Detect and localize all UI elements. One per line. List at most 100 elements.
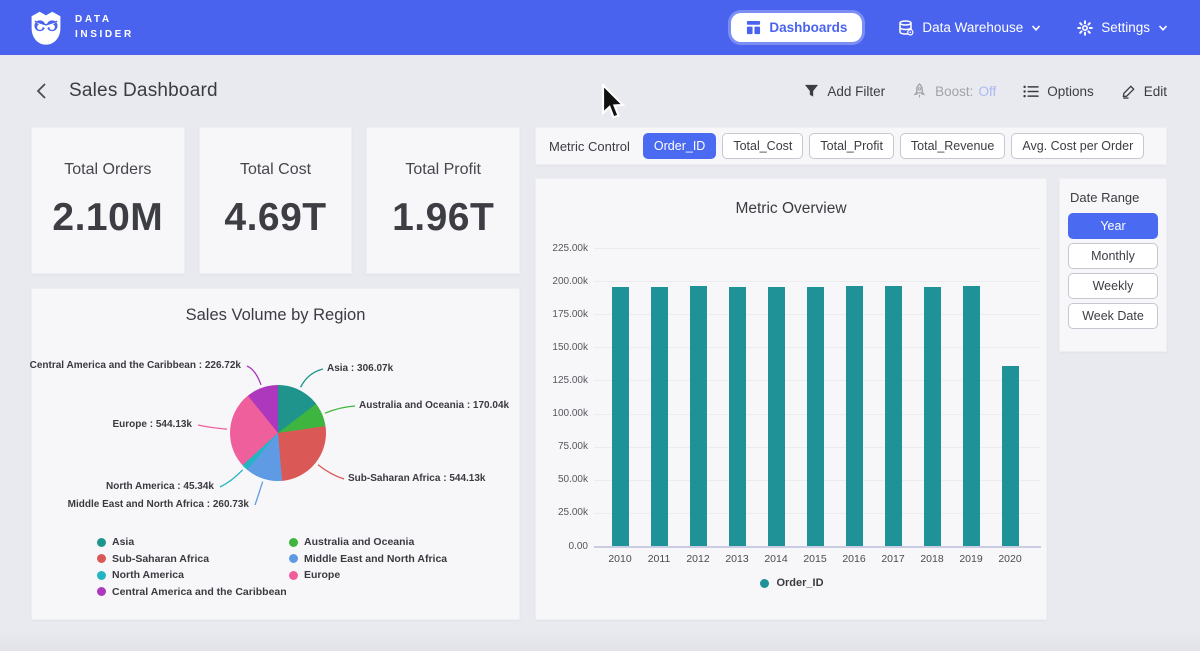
options-button[interactable]: Options bbox=[1023, 84, 1094, 99]
metric-button-avg-cost-per-order[interactable]: Avg. Cost per Order bbox=[1011, 133, 1144, 159]
legend-dot bbox=[97, 538, 106, 547]
kpi-value: 1.96T bbox=[392, 196, 494, 240]
y-tick-label: 50.00k bbox=[536, 474, 588, 485]
x-tick-label: 2014 bbox=[756, 553, 796, 565]
date-range-button-week-date[interactable]: Week Date bbox=[1068, 303, 1158, 329]
legend-text: North America bbox=[112, 569, 184, 581]
page-header: Sales Dashboard Add Filter Boost: Off O bbox=[0, 55, 1200, 127]
page-title: Sales Dashboard bbox=[69, 80, 218, 102]
kpi-label: Total Cost bbox=[240, 161, 311, 179]
pie-legend-item-north-america[interactable]: North America bbox=[97, 569, 287, 581]
legend-text: Order_ID bbox=[776, 577, 823, 589]
nav-settings[interactable]: Settings bbox=[1077, 20, 1168, 36]
add-filter-button[interactable]: Add Filter bbox=[804, 84, 885, 99]
database-icon bbox=[898, 20, 914, 36]
y-tick-label: 100.00k bbox=[536, 408, 588, 419]
pie-label-north-america: North America : 45.34k bbox=[106, 481, 214, 492]
x-axis-line bbox=[594, 546, 1041, 548]
pie-legend-item-middle-east-and-north-africa[interactable]: Middle East and North Africa bbox=[289, 553, 447, 565]
chevron-left-icon bbox=[35, 82, 48, 100]
back-button[interactable] bbox=[30, 80, 52, 102]
pie-label-asia: Asia : 306.07k bbox=[327, 363, 393, 374]
legend-text: Middle East and North Africa bbox=[304, 553, 447, 565]
pie-chart-card: Sales Volume by Region Asia : 306.07k Aus… bbox=[31, 288, 520, 620]
bar-chart-card: Metric Overview 0.0025.00k50.00k75.00k10… bbox=[535, 178, 1047, 620]
bar-chart-title: Metric Overview bbox=[536, 200, 1046, 218]
metric-button-total-profit[interactable]: Total_Profit bbox=[809, 133, 894, 159]
chevron-down-icon bbox=[1031, 23, 1041, 33]
edit-button[interactable]: Edit bbox=[1121, 84, 1167, 99]
kpi-label: Total Orders bbox=[64, 161, 151, 179]
kpi-label: Total Profit bbox=[405, 161, 481, 179]
metric-button-total-cost[interactable]: Total_Cost bbox=[722, 133, 803, 159]
list-icon bbox=[1023, 85, 1039, 98]
legend-text: Australia and Oceania bbox=[304, 536, 414, 548]
pie-legend-item-europe[interactable]: Europe bbox=[289, 569, 447, 581]
pie-chart bbox=[230, 385, 326, 481]
rocket-icon bbox=[912, 83, 927, 99]
kpi-total-orders: Total Orders 2.10M bbox=[31, 127, 185, 274]
nav-data-warehouse[interactable]: Data Warehouse bbox=[898, 20, 1041, 36]
x-tick-label: 2019 bbox=[951, 553, 991, 565]
legend-dot bbox=[97, 554, 106, 563]
metric-control-buttons: Order_IDTotal_CostTotal_ProfitTotal_Reve… bbox=[643, 133, 1144, 159]
bar-2018 bbox=[924, 287, 941, 547]
pie-label-middle-east-and-north-africa: Middle East and North Africa : 260.73k bbox=[68, 499, 249, 510]
legend-text: Europe bbox=[304, 569, 340, 581]
pie-legend-item-central-america-and-the-caribbean[interactable]: Central America and the Caribbean bbox=[97, 586, 287, 598]
owl-logo-icon bbox=[28, 10, 64, 46]
y-tick-label: 175.00k bbox=[536, 309, 588, 320]
x-tick-label: 2017 bbox=[873, 553, 913, 565]
app-name: DATA INSIDER bbox=[75, 13, 134, 42]
gridline bbox=[594, 281, 1041, 282]
pencil-icon bbox=[1121, 84, 1136, 99]
date-range-button-weekly[interactable]: Weekly bbox=[1068, 273, 1158, 299]
y-tick-label: 200.00k bbox=[536, 276, 588, 287]
bar-2015 bbox=[807, 287, 824, 547]
metric-button-order-id[interactable]: Order_ID bbox=[643, 133, 716, 159]
navbar: DATA INSIDER Dashboards Data Warehouse bbox=[0, 0, 1200, 55]
nav-dashboards-button[interactable]: Dashboards bbox=[731, 13, 862, 42]
boost-toggle[interactable]: Boost: Off bbox=[912, 83, 996, 99]
legend-text: Sub-Saharan Africa bbox=[112, 553, 209, 565]
y-tick-label: 225.00k bbox=[536, 243, 588, 254]
bar-2016 bbox=[846, 286, 863, 546]
pie-legend-item-sub-saharan-africa[interactable]: Sub-Saharan Africa bbox=[97, 553, 287, 565]
x-tick-label: 2011 bbox=[639, 553, 679, 565]
y-tick-label: 125.00k bbox=[536, 375, 588, 386]
x-tick-label: 2016 bbox=[834, 553, 874, 565]
x-tick-label: 2015 bbox=[795, 553, 835, 565]
pie-label-central-america-and-the-caribbean: Central America and the Caribbean : 226.… bbox=[30, 360, 241, 371]
kpi-row: Total Orders 2.10M Total Cost 4.69T Tota… bbox=[31, 127, 520, 274]
pie-chart-title: Sales Volume by Region bbox=[32, 306, 519, 325]
bar-2012 bbox=[690, 286, 707, 546]
legend-dot bbox=[289, 571, 298, 580]
kpi-value: 4.69T bbox=[224, 196, 326, 240]
chevron-down-icon bbox=[1158, 23, 1168, 33]
bar-chart-legend: Order_ID bbox=[536, 577, 1048, 589]
y-tick-label: 150.00k bbox=[536, 342, 588, 353]
bar-2017 bbox=[885, 286, 902, 546]
bar-2019 bbox=[963, 286, 980, 546]
date-range-buttons: Year Monthly Weekly Week Date bbox=[1068, 213, 1158, 329]
pie-legend-item-asia[interactable]: Asia bbox=[97, 536, 287, 548]
pie-label-australia-and-oceania: Australia and Oceania : 170.04k bbox=[359, 400, 509, 411]
y-tick-label: 0.00 bbox=[536, 541, 588, 552]
gridline bbox=[594, 248, 1041, 249]
legend-dot bbox=[97, 587, 106, 596]
dashboards-grid-icon bbox=[746, 20, 761, 35]
bar-2013 bbox=[729, 287, 746, 547]
kpi-value: 2.10M bbox=[52, 196, 163, 240]
y-tick-label: 75.00k bbox=[536, 441, 588, 452]
metric-button-total-revenue[interactable]: Total_Revenue bbox=[900, 133, 1005, 159]
filter-icon bbox=[804, 84, 819, 98]
date-range-button-year[interactable]: Year bbox=[1068, 213, 1158, 239]
pie-legend-item-australia-and-oceania[interactable]: Australia and Oceania bbox=[289, 536, 447, 548]
legend-dot bbox=[97, 571, 106, 580]
date-range-button-monthly[interactable]: Monthly bbox=[1068, 243, 1158, 269]
legend-text: Central America and the Caribbean bbox=[112, 586, 287, 598]
legend-text: Asia bbox=[112, 536, 134, 548]
x-tick-label: 2018 bbox=[912, 553, 952, 565]
boost-status: Off bbox=[978, 84, 996, 99]
x-tick-label: 2010 bbox=[600, 553, 640, 565]
